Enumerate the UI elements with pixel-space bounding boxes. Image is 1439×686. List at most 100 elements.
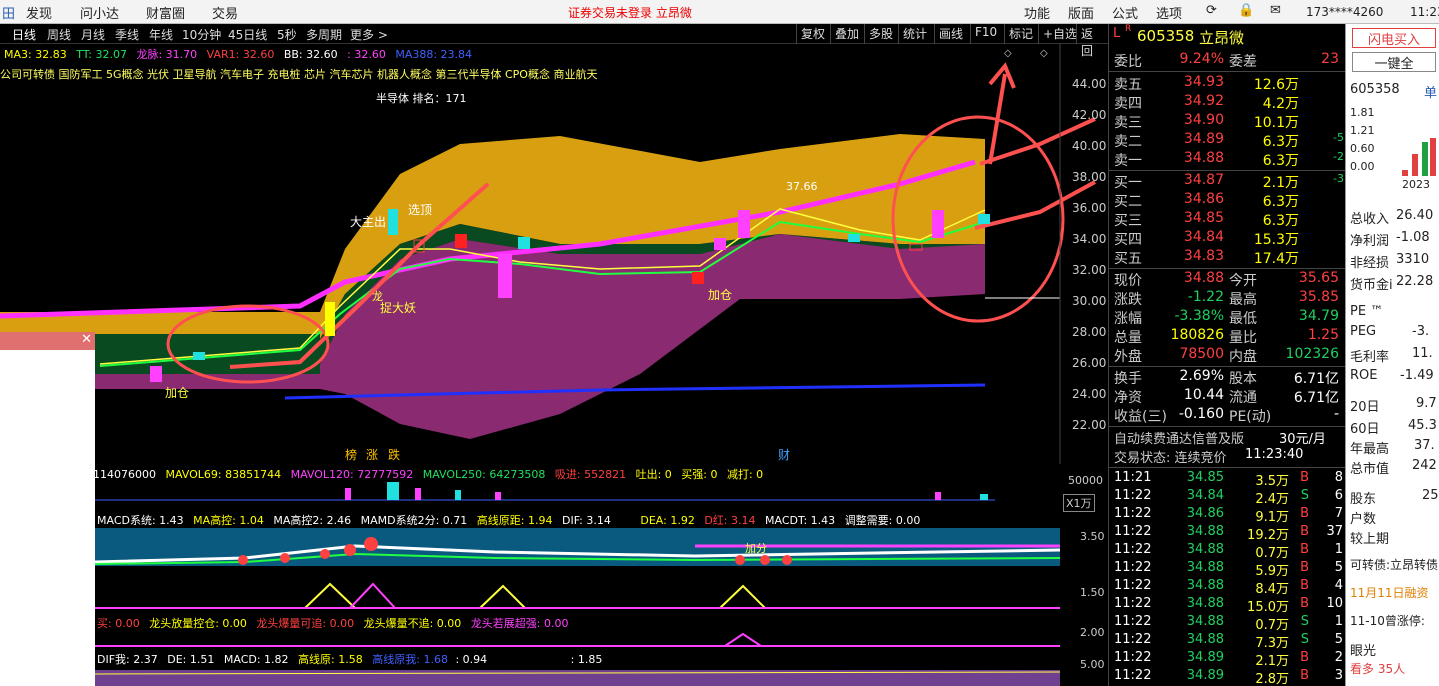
candle — [932, 210, 944, 238]
tick-count: 3 — [1334, 668, 1343, 683]
tool-statistics[interactable]: 统计 — [898, 24, 931, 44]
fr-label: 净利润 — [1350, 234, 1390, 249]
period-yearly[interactable]: 年线 — [149, 26, 173, 43]
tick-row[interactable]: 11:22 34.84 2.4万 S 6 — [1109, 488, 1346, 507]
floating-panel[interactable]: ✕ — [0, 332, 95, 686]
fr-mktcap-value: 242 — [1412, 458, 1437, 473]
tick-price: 34.86 — [1186, 506, 1224, 521]
period-more[interactable]: 更多 > — [350, 26, 388, 43]
trade-status-time: 11:23:40 — [1245, 447, 1304, 462]
ask-row[interactable]: 卖五 34.93 12.6万 — [1109, 74, 1346, 93]
tick-volume: 7.3万 — [1255, 636, 1289, 651]
tick-row[interactable]: 11:21 34.85 3.5万 B 8 — [1109, 470, 1346, 489]
stat-label: 涨跌 — [1114, 292, 1142, 308]
menu-wealth-circle[interactable]: 财富圈 — [146, 3, 185, 22]
one-key-button[interactable]: 一键全 — [1352, 52, 1436, 72]
account-id[interactable]: 173****4260 — [1306, 5, 1383, 19]
tick-row[interactable]: 11:22 34.88 0.7万 S 1 — [1109, 614, 1346, 633]
tick-row[interactable]: 11:22 34.88 15.0万 B 10 — [1109, 596, 1346, 615]
login-notice[interactable]: 证券交易未登录 立昂微 — [568, 4, 692, 21]
stock-code[interactable]: 605358 — [1137, 27, 1194, 45]
tick-row[interactable]: 11:22 34.88 0.7万 B 1 — [1109, 542, 1346, 561]
promo-price[interactable]: 30元/月 — [1279, 428, 1326, 447]
period-45day[interactable]: 45日线 — [228, 26, 267, 43]
badge-bang[interactable]: 榜 — [345, 447, 357, 462]
promo-row[interactable]: 自动续费通达信普及版 30元/月 — [1109, 428, 1346, 447]
tool-rights-adjust[interactable]: 复权 — [796, 24, 829, 44]
mail-icon[interactable]: ✉ — [1270, 3, 1281, 18]
stock-name[interactable]: 立昂微 — [1199, 27, 1244, 48]
fr-news2[interactable]: 11-10曾涨停: — [1350, 612, 1425, 629]
bottom-macd: MACD: 1.82 — [223, 653, 289, 666]
fr-news1[interactable]: 11月11日融资 — [1350, 584, 1429, 601]
bid-row[interactable]: 买二 34.86 6.3万 — [1109, 191, 1346, 210]
bid-row[interactable]: 买一 34.87 2.1万 -3 — [1109, 172, 1346, 191]
bid-row[interactable]: 买三 34.85 6.3万 — [1109, 210, 1346, 229]
fr-convertible[interactable]: 可转债:立昂转债 — [1350, 556, 1438, 573]
menu-trade[interactable]: 交易 — [212, 3, 238, 22]
badge-zhang[interactable]: 涨 — [366, 447, 378, 462]
close-icon[interactable]: ✕ — [81, 332, 92, 347]
tick-count: 5 — [1334, 560, 1343, 575]
tool-draw-line[interactable]: 画线 — [934, 24, 967, 44]
period-daily[interactable]: 日线 — [12, 26, 36, 43]
period-multi[interactable]: 多周期 — [306, 26, 342, 43]
candlestick-chart[interactable]: 选顶 大主出 加仓 加仓 捉大妖 龙 37.66 榜 涨 跌 财 44.00 4… — [0, 44, 1108, 464]
ask-price: 34.88 — [1183, 150, 1224, 166]
fr-peg-value: -3. — [1412, 324, 1430, 339]
bid-row[interactable]: 买四 34.84 15.3万 — [1109, 229, 1346, 248]
tick-row[interactable]: 11:22 34.88 8.4万 B 4 — [1109, 578, 1346, 597]
tick-row[interactable]: 11:22 34.89 2.8万 B 3 — [1109, 668, 1346, 686]
menu-discover[interactable]: 发现 — [26, 3, 52, 22]
bottom-difwo: DIF我: 2.37 — [97, 653, 158, 666]
badge-cai[interactable]: 财 — [778, 448, 790, 462]
fr-yearhigh: 年最高 — [1350, 442, 1390, 457]
diamond-icon[interactable]: ◇ — [1004, 48, 1012, 59]
fr-code-suffix[interactable]: 单 — [1424, 82, 1437, 101]
stat-row: 外盘 78500 内盘 102326 — [1109, 346, 1346, 365]
stock-flag-r: R — [1125, 24, 1132, 34]
tool-add-favorite[interactable]: +自选 — [1038, 24, 1081, 44]
menu-formula[interactable]: 公式 — [1112, 3, 1138, 22]
tool-back[interactable]: 返回 — [1076, 24, 1108, 58]
badge-die[interactable]: 跌 — [388, 447, 400, 462]
tick-row[interactable]: 11:22 34.88 7.3万 S 5 — [1109, 632, 1346, 651]
tool-mark[interactable]: 标记 — [1004, 24, 1037, 44]
tick-price: 34.84 — [1186, 488, 1224, 503]
ask-row[interactable]: 卖四 34.92 4.2万 — [1109, 93, 1346, 112]
menu-layout[interactable]: 版面 — [1068, 3, 1094, 22]
label-jiacang-left: 加仓 — [165, 386, 189, 400]
fr-year: 2023 — [1402, 178, 1430, 191]
tool-multi-stock[interactable]: 多股 — [864, 24, 897, 44]
tool-f10[interactable]: F10 — [970, 24, 1001, 44]
tick-row[interactable]: 11:22 34.86 9.1万 B 7 — [1109, 506, 1346, 525]
period-quarterly[interactable]: 季线 — [115, 26, 139, 43]
ask-volume: 10.1万 — [1253, 115, 1299, 131]
period-monthly[interactable]: 月线 — [81, 26, 105, 43]
bid-volume: 2.1万 — [1262, 175, 1299, 191]
period-5sec[interactable]: 5秒 — [277, 26, 297, 43]
tool-overlay[interactable]: 叠加 — [830, 24, 863, 44]
flash-buy-button[interactable]: 闪电买入 — [1352, 28, 1436, 48]
promo-text[interactable]: 自动续费通达信普及版 — [1114, 428, 1244, 447]
menu-options[interactable]: 选项 — [1156, 3, 1182, 22]
ask-row[interactable]: 卖一 34.88 6.3万 -2 — [1109, 150, 1346, 169]
diamond-icon[interactable]: ◇ — [1040, 48, 1048, 59]
ask-row[interactable]: 卖三 34.90 10.1万 — [1109, 112, 1346, 131]
tick-row[interactable]: 11:22 34.88 19.2万 B 37 — [1109, 524, 1346, 543]
menu-ask[interactable]: 问小达 — [80, 3, 119, 22]
vol-axis-unit[interactable]: X1万 — [1063, 494, 1095, 512]
stat-label: 内盘 — [1229, 349, 1257, 365]
ask-row[interactable]: 卖二 34.89 6.3万 -5 — [1109, 131, 1346, 150]
tick-row[interactable]: 11:22 34.89 2.1万 B 2 — [1109, 650, 1346, 669]
tick-count: 1 — [1334, 614, 1343, 629]
lock-icon[interactable]: 🔒 — [1238, 3, 1254, 18]
refresh-icon[interactable]: ⟳ — [1206, 3, 1217, 18]
tick-row[interactable]: 11:22 34.88 5.9万 B 5 — [1109, 560, 1346, 579]
price-tick: 36.00 — [1072, 201, 1106, 215]
bid-row[interactable]: 买五 34.83 17.4万 — [1109, 248, 1346, 267]
macd-gaoyuan: 高线原距: 1.94 — [476, 514, 553, 527]
menu-function[interactable]: 功能 — [1024, 3, 1050, 22]
period-10min[interactable]: 10分钟 — [182, 26, 221, 43]
period-weekly[interactable]: 周线 — [47, 26, 71, 43]
